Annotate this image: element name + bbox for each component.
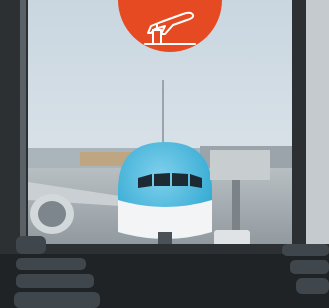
airplane-departure-icon: [144, 11, 196, 45]
airport-photo-card: [0, 0, 329, 308]
